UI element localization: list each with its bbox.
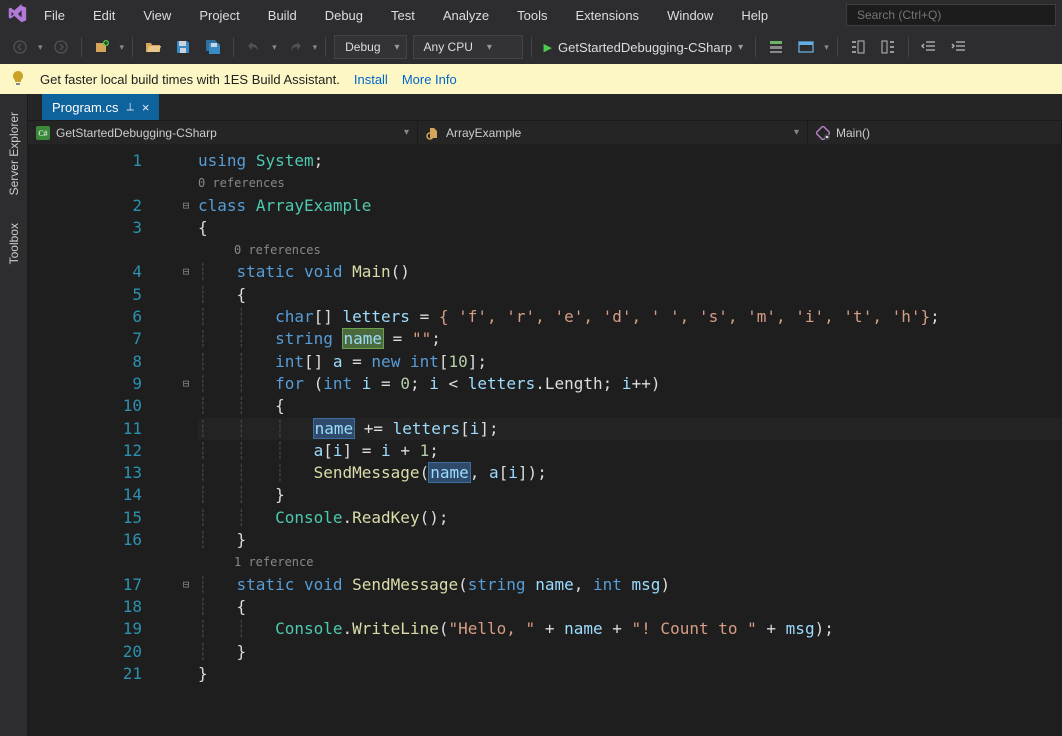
menu-view[interactable]: View	[131, 4, 183, 27]
save-icon[interactable]	[171, 35, 195, 59]
code-text: using System; 0 references class ArrayEx…	[198, 144, 1062, 685]
config-label: Debug	[345, 40, 380, 54]
menu-build[interactable]: Build	[256, 4, 309, 27]
menu-edit[interactable]: Edit	[81, 4, 127, 27]
new-project-icon[interactable]	[90, 35, 114, 59]
toolbar: ▾ ▾ ▾ ▾ Debug▾ Any CPU▾ ▶ GetStartedDebu…	[0, 30, 1062, 64]
menu-window[interactable]: Window	[655, 4, 725, 27]
code-editor[interactable]: 123456789101112131415161718192021 ⊟⊟⊟⊟ u…	[28, 144, 1062, 736]
platform-dropdown[interactable]: Any CPU▾	[413, 35, 523, 59]
redo-icon	[283, 35, 307, 59]
filetab-name: Program.cs	[52, 100, 118, 115]
menu-debug[interactable]: Debug	[313, 4, 375, 27]
info-bar: Get faster local build times with 1ES Bu…	[0, 64, 1062, 94]
run-target-label: GetStartedDebugging-CSharp	[558, 40, 732, 55]
menu-file[interactable]: File	[32, 4, 77, 27]
platform-label: Any CPU	[424, 40, 473, 54]
filetab-program[interactable]: Program.cs ⟂ ×	[42, 94, 159, 120]
fold-column: ⊟⊟⊟⊟	[178, 144, 194, 685]
line-numbers: 123456789101112131415161718192021	[28, 144, 158, 685]
menu-project[interactable]: Project	[187, 4, 251, 27]
play-icon: ▶	[544, 41, 552, 54]
crumb-class-label: ArrayExample	[446, 126, 521, 140]
crumb-member[interactable]: Main()	[808, 121, 1062, 144]
start-debug-button[interactable]: ▶ GetStartedDebugging-CSharp ▾	[540, 40, 748, 55]
menu-extensions[interactable]: Extensions	[563, 4, 651, 27]
search-input[interactable]	[846, 4, 1056, 26]
info-message: Get faster local build times with 1ES Bu…	[40, 72, 340, 87]
csharp-project-icon: C#	[36, 126, 50, 140]
install-link[interactable]: Install	[354, 72, 388, 87]
class-icon	[426, 126, 440, 140]
method-icon	[816, 126, 830, 140]
menu-analyze[interactable]: Analyze	[431, 4, 501, 27]
pin-icon[interactable]: ⟂	[126, 101, 133, 114]
open-icon[interactable]	[141, 35, 165, 59]
editor-area: Program.cs ⟂ × C# GetStartedDebugging-CS…	[28, 94, 1062, 736]
save-all-icon[interactable]	[201, 35, 225, 59]
menu-tools[interactable]: Tools	[505, 4, 559, 27]
tool-icon-3[interactable]	[846, 35, 870, 59]
tool-icon-4[interactable]	[876, 35, 900, 59]
menu-test[interactable]: Test	[379, 4, 427, 27]
config-dropdown[interactable]: Debug▾	[334, 35, 406, 59]
menu-bar: File Edit View Project Build Debug Test …	[0, 0, 1062, 30]
crumb-member-label: Main()	[836, 126, 870, 140]
lightbulb-icon	[10, 70, 26, 89]
nav-back-icon	[8, 35, 32, 59]
crumb-project-label: GetStartedDebugging-CSharp	[56, 126, 217, 140]
nav-bar: C# GetStartedDebugging-CSharp ▾ ArrayExa…	[28, 120, 1062, 144]
undo-icon	[242, 35, 266, 59]
tool-icon-1[interactable]	[764, 35, 788, 59]
outdent-icon[interactable]	[917, 35, 941, 59]
vs-logo-icon	[6, 3, 28, 28]
close-tab-icon[interactable]: ×	[142, 100, 150, 115]
indent-icon[interactable]	[947, 35, 971, 59]
crumb-class[interactable]: ArrayExample ▾	[418, 121, 808, 144]
menu-help[interactable]: Help	[729, 4, 780, 27]
side-tab-strip: Server Explorer Toolbox	[0, 94, 28, 736]
nav-fwd-icon	[49, 35, 73, 59]
svg-text:C#: C#	[38, 129, 47, 138]
tool-icon-2[interactable]	[794, 35, 818, 59]
tab-row: Program.cs ⟂ ×	[28, 94, 1062, 120]
tab-server-explorer[interactable]: Server Explorer	[5, 104, 23, 203]
crumb-project[interactable]: C# GetStartedDebugging-CSharp ▾	[28, 121, 418, 144]
more-info-link[interactable]: More Info	[402, 72, 457, 87]
tab-toolbox[interactable]: Toolbox	[5, 215, 23, 272]
